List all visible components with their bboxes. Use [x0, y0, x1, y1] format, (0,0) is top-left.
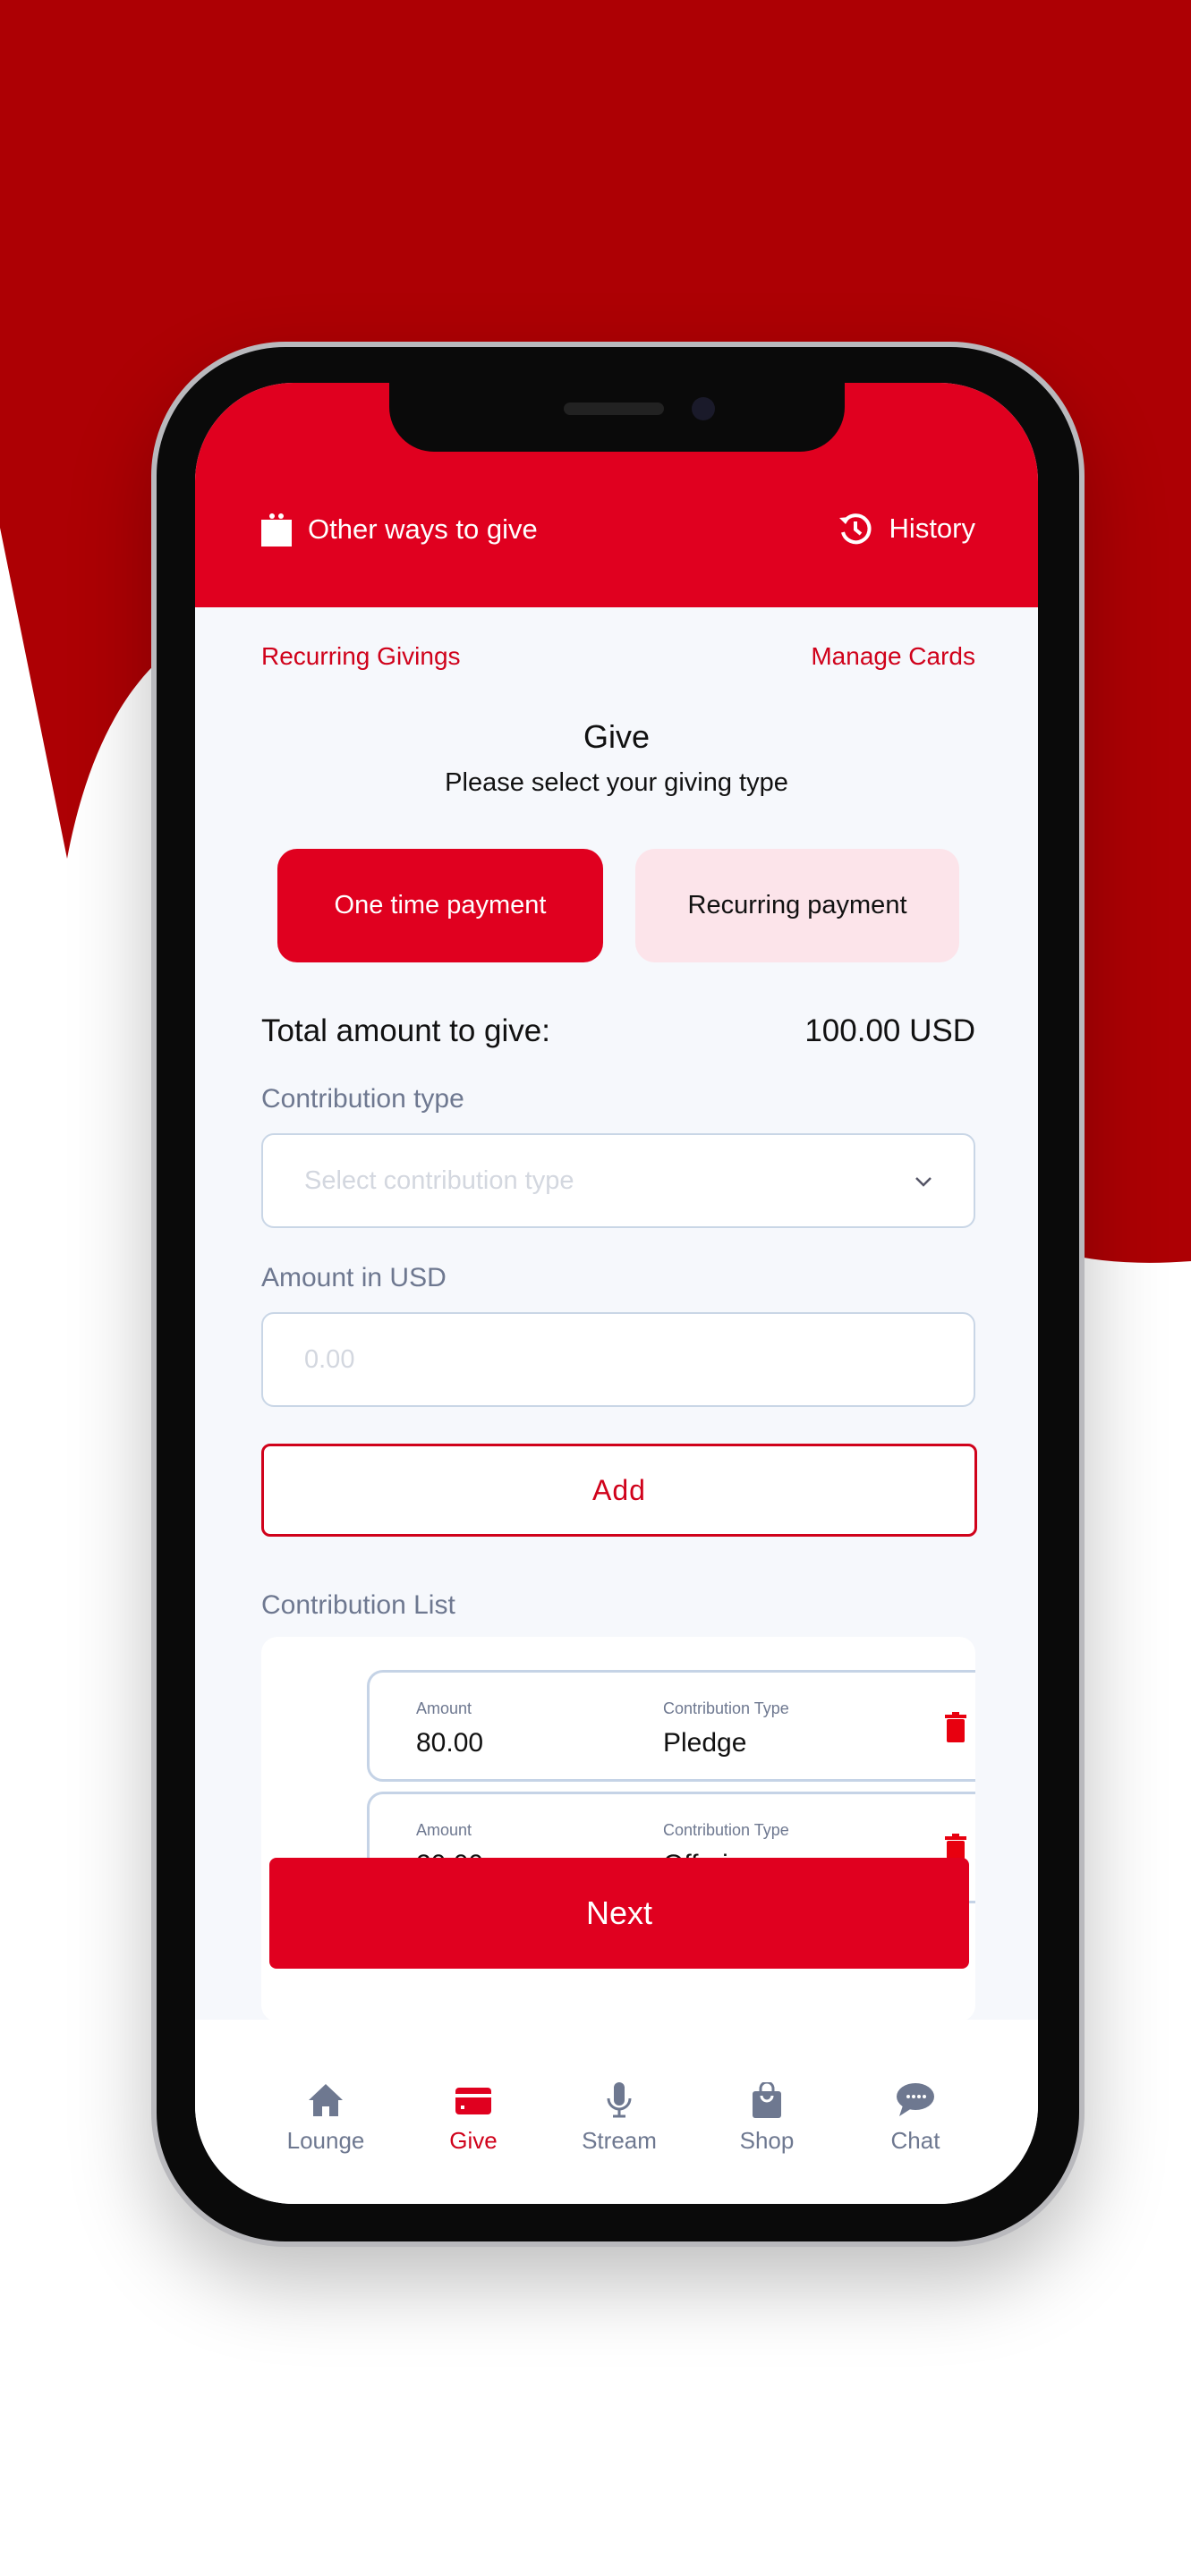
- app-screen: Other ways to give History Recurring Giv…: [195, 383, 1038, 2204]
- list-item: Amount 80.00 Contribution Type Pledge: [367, 1670, 975, 1782]
- card-icon: [455, 2088, 491, 2114]
- chat-icon: [897, 2083, 934, 2116]
- type-header: Contribution Type: [663, 1821, 789, 1839]
- amount-placeholder: 0.00: [304, 1344, 355, 1374]
- item-type: Pledge: [663, 1728, 747, 1758]
- history-button[interactable]: History: [838, 511, 975, 547]
- contribution-type-placeholder: Select contribution type: [304, 1165, 574, 1195]
- item-amount: 80.00: [416, 1728, 484, 1758]
- nav-label: Stream: [582, 2127, 657, 2154]
- recurring-payment-button[interactable]: Recurring payment: [635, 849, 959, 962]
- trash-icon[interactable]: [944, 1712, 967, 1742]
- bottom-nav: Lounge Give Stream Shop Chat: [195, 2020, 1038, 2204]
- contribution-type-label: Contribution type: [261, 1084, 464, 1114]
- nav-chat[interactable]: Chat: [844, 2082, 987, 2155]
- total-value: 100.00 USD: [804, 1013, 975, 1048]
- nav-label: Give: [449, 2127, 498, 2154]
- type-header: Contribution Type: [663, 1699, 789, 1717]
- contribution-type-select[interactable]: Select contribution type: [261, 1133, 975, 1228]
- gift-icon: [261, 513, 292, 547]
- page-subtitle: Please select your giving type: [445, 768, 788, 797]
- contribution-list-title: Contribution List: [261, 1590, 455, 1620]
- nav-label: Chat: [890, 2127, 940, 2154]
- history-icon: [838, 513, 872, 545]
- nav-label: Shop: [739, 2127, 795, 2154]
- page-title: Give: [583, 718, 651, 755]
- next-button[interactable]: Next: [269, 1858, 969, 1969]
- manage-cards-link[interactable]: Manage Cards: [811, 642, 975, 671]
- nav-shop[interactable]: Shop: [695, 2082, 838, 2155]
- other-ways-to-give-button[interactable]: Other ways to give: [261, 513, 538, 547]
- total-label: Total amount to give:: [261, 1013, 550, 1048]
- home-icon: [309, 2084, 343, 2116]
- recurring-givings-link[interactable]: Recurring Givings: [261, 642, 461, 671]
- one-time-payment-button[interactable]: One time payment: [277, 849, 603, 962]
- nav-lounge[interactable]: Lounge: [254, 2082, 397, 2155]
- add-button[interactable]: Add: [261, 1444, 977, 1537]
- other-ways-label: Other ways to give: [308, 513, 538, 545]
- amount-header: Amount: [416, 1699, 472, 1717]
- amount-label: Amount in USD: [261, 1263, 447, 1292]
- bag-icon: [753, 2082, 781, 2118]
- history-label: History: [889, 513, 975, 544]
- nav-stream[interactable]: Stream: [548, 2082, 691, 2155]
- notch: [389, 383, 845, 452]
- microphone-icon: [607, 2082, 632, 2118]
- nav-label: Lounge: [286, 2127, 365, 2154]
- nav-give[interactable]: Give: [402, 2082, 545, 2155]
- amount-input[interactable]: 0.00: [261, 1312, 975, 1407]
- amount-header: Amount: [416, 1821, 472, 1839]
- chevron-down-icon: [915, 1177, 932, 1187]
